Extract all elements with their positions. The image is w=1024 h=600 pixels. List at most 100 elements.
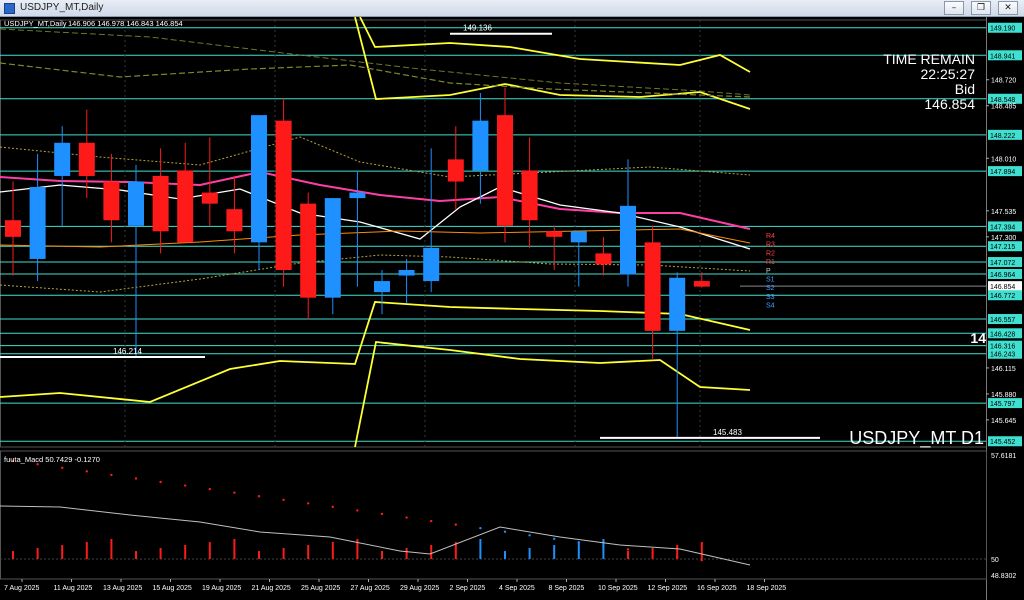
macd-signal-dot bbox=[528, 534, 531, 537]
time-remain-value: 22:25:27 bbox=[921, 66, 976, 82]
window-title: USDJPY_MT,Daily bbox=[20, 2, 104, 13]
candle-body bbox=[693, 281, 710, 287]
price-axis: 149.190 148.941 148.720 148.548148.485 148.2… bbox=[986, 17, 1024, 600]
axis-tick-label: 147.535 bbox=[991, 209, 1016, 216]
macd-label: fuuta_Macd 50.7429 -0.1270 bbox=[4, 455, 100, 464]
macd-signal-dot bbox=[626, 548, 630, 551]
pivot-label: R3 bbox=[766, 242, 775, 249]
candle-body bbox=[78, 142, 95, 176]
candle-body bbox=[152, 175, 169, 232]
date-label: 15 Aug 2025 bbox=[153, 585, 192, 592]
candle-body bbox=[546, 231, 563, 237]
date-label: 12 Sep 2025 bbox=[648, 585, 688, 592]
candle-body bbox=[349, 192, 366, 199]
pivot-label: R2 bbox=[766, 250, 775, 257]
axis-tick-label: 147.072 bbox=[990, 260, 1015, 267]
macd-signal-dot bbox=[380, 512, 384, 516]
axis-tick-label: 148.222 bbox=[990, 133, 1015, 140]
macd-tick-label: 57.6181 bbox=[991, 453, 1016, 460]
candle-body bbox=[374, 281, 390, 293]
macd-signal-dot bbox=[331, 505, 334, 509]
axis-tick-label: 147.300 bbox=[991, 235, 1016, 242]
candle-body bbox=[275, 120, 292, 271]
candle-body bbox=[226, 209, 243, 232]
macd-signal-dot bbox=[159, 480, 162, 484]
bid-value: 146.854 bbox=[924, 96, 975, 112]
macd-tick-label: 48.8302 bbox=[991, 573, 1016, 580]
marker-label: 146.214 bbox=[113, 347, 142, 356]
axis-tick-label: 146.115 bbox=[991, 366, 1016, 373]
candle-body bbox=[324, 198, 341, 298]
candle-body bbox=[103, 181, 120, 221]
ohlc-header: 146.906 146.978 146.843 146.854 bbox=[68, 19, 183, 28]
axis-tick-label: 148.548 bbox=[990, 97, 1015, 104]
date-label: 18 Sep 2025 bbox=[747, 585, 787, 592]
candle-body bbox=[177, 170, 194, 243]
candle-body bbox=[251, 115, 267, 243]
pivot-label: R4 bbox=[766, 233, 775, 240]
axis-tick-label: 146.772 bbox=[990, 293, 1015, 300]
macd-signal-dot bbox=[61, 466, 64, 470]
marker-label: 149.136 bbox=[463, 24, 492, 33]
date-label: 25 Aug 2025 bbox=[301, 585, 340, 592]
candle-body bbox=[54, 142, 71, 176]
macd-signal-dot bbox=[454, 523, 457, 526]
macd-signal-dot bbox=[430, 519, 433, 523]
macd-signal-dot bbox=[356, 509, 359, 512]
date-label: 2 Sep 2025 bbox=[450, 585, 486, 592]
pivot-label: R1 bbox=[766, 259, 775, 266]
date-label: 13 Aug 2025 bbox=[103, 585, 142, 592]
date-label: 19 Aug 2025 bbox=[202, 585, 241, 592]
chart-window-icon bbox=[4, 3, 15, 14]
macd-signal-dot bbox=[134, 477, 138, 480]
symbol-watermark: USDJPY_MT D1 bbox=[849, 428, 984, 449]
candle-body bbox=[644, 242, 661, 331]
time-remain-label: TIME REMAIN bbox=[883, 51, 975, 67]
axis-tick-label: 147.215 bbox=[990, 244, 1015, 251]
macd-signal-dot bbox=[577, 541, 580, 544]
axis-tick-label: 145.645 bbox=[991, 418, 1016, 425]
chart-canvas[interactable]: 149.136 146.214 145.483 R4 R3R2 R1 P S1S2 S3 S4 1… bbox=[0, 17, 1024, 600]
candle-body bbox=[570, 231, 587, 243]
axis-tick-label: 148.720 bbox=[991, 78, 1016, 85]
axis-tick-label: 146.243 bbox=[990, 352, 1015, 359]
axis-tick-label: 148.485 bbox=[991, 104, 1016, 111]
candle-body bbox=[29, 187, 46, 259]
macd-signal-dot bbox=[184, 484, 187, 487]
macd-signal-dot bbox=[651, 551, 654, 555]
pivot-label: S2 bbox=[766, 285, 775, 292]
window-titlebar: USDJPY_MT,Daily – ❐ ✕ bbox=[0, 0, 1024, 17]
axis-tick-label: 147.394 bbox=[990, 224, 1015, 231]
close-button[interactable]: ✕ bbox=[998, 1, 1018, 15]
axis-tick-label: 145.797 bbox=[990, 401, 1015, 408]
candle-body bbox=[620, 205, 636, 275]
pivot-label: S3 bbox=[766, 294, 775, 301]
macd-signal-dot bbox=[282, 498, 285, 501]
macd-signal-dot bbox=[479, 526, 482, 530]
restore-button[interactable]: ❐ bbox=[971, 1, 991, 15]
candle-body bbox=[398, 270, 415, 276]
axis-tick-label: 146.428 bbox=[990, 331, 1015, 338]
marker-label: 145.483 bbox=[713, 428, 742, 437]
axis-tick-label: 146.964 bbox=[990, 272, 1015, 279]
candle-body bbox=[300, 203, 317, 298]
macd-signal-dot bbox=[676, 555, 679, 558]
candle-body bbox=[5, 220, 21, 237]
date-label: 29 Aug 2025 bbox=[400, 585, 439, 592]
date-label: 11 Aug 2025 bbox=[54, 585, 93, 592]
candle-body bbox=[423, 247, 440, 282]
date-label: 16 Sep 2025 bbox=[697, 585, 737, 592]
date-label: 4 Sep 2025 bbox=[499, 585, 535, 592]
candle-body bbox=[595, 253, 612, 265]
macd-signal-dot bbox=[257, 495, 261, 498]
macd-signal-dot bbox=[307, 502, 310, 505]
pivot-label: S4 bbox=[766, 303, 775, 310]
pivot-label: P bbox=[766, 268, 771, 275]
axis-tick-label: 148.941 bbox=[990, 53, 1015, 60]
candle-body bbox=[669, 277, 686, 331]
axis-tick-label: 149.190 bbox=[990, 26, 1015, 33]
minimize-button[interactable]: – bbox=[944, 1, 964, 15]
macd-signal-dot bbox=[553, 537, 556, 541]
macd-tick-label: 50 bbox=[991, 557, 999, 564]
candle-body bbox=[128, 181, 144, 226]
